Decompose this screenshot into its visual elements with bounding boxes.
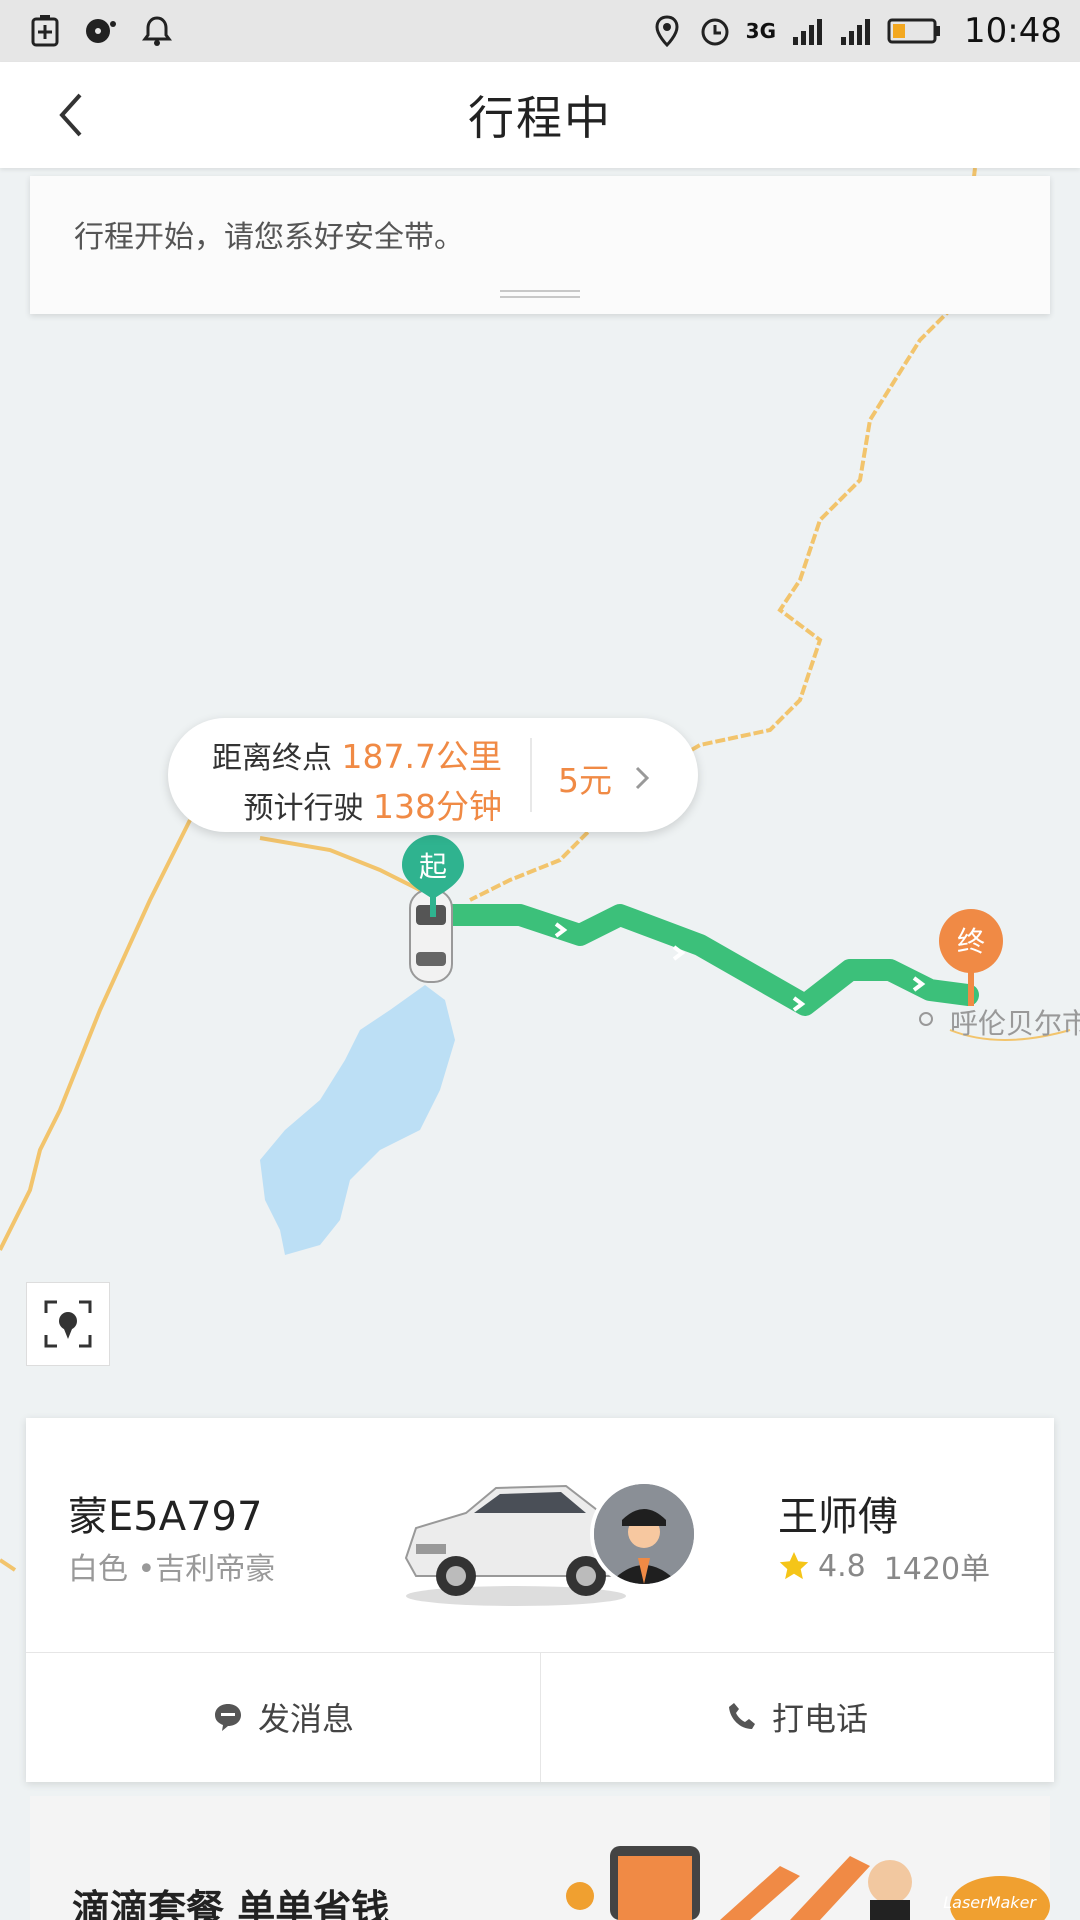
driver-avatar [590, 1480, 698, 1588]
promo-watermark: LaserMaker [943, 1893, 1036, 1912]
signal-icon [838, 14, 872, 48]
back-chevron-icon[interactable] [46, 90, 96, 140]
battery-icon [886, 14, 942, 48]
notification-bell-icon [140, 14, 174, 48]
notice-card[interactable]: 行程开始，请您系好安全带。 [30, 176, 1050, 314]
message-label: 发消息 [257, 1700, 354, 1738]
plate-number: 蒙E5A797 [68, 1494, 263, 1540]
bubble-divider [530, 738, 532, 812]
trip-info-bubble[interactable]: 距离终点 187.7公里 预计行驶 138分钟 5元 [168, 718, 698, 832]
drag-handle[interactable] [500, 290, 580, 298]
driver-stats: 4.8 1420单 [778, 1544, 990, 1588]
driver-orders: 1420单 [883, 1552, 991, 1587]
distance-value: 187.7公里 [341, 737, 502, 776]
locate-icon [44, 1300, 92, 1348]
star-icon [779, 1552, 809, 1580]
end-pin: 终 [938, 908, 1004, 1008]
time-row: 预计行驶 138分钟 [243, 780, 502, 828]
driver-avatar-icon [594, 1484, 694, 1584]
end-label: 终 [956, 925, 985, 958]
message-button[interactable]: 发消息 [26, 1652, 540, 1782]
clock: 10:48 [964, 11, 1062, 51]
distance-label: 距离终点 [211, 741, 332, 776]
driver-rating: 4.8 [818, 1548, 866, 1584]
distance-row: 距离终点 187.7公里 [212, 730, 502, 778]
top-bar: 行程中 [0, 62, 1080, 168]
time-value: 138分钟 [373, 787, 502, 826]
battery-saver-icon [28, 14, 62, 48]
call-label: 打电话 [771, 1700, 868, 1738]
price-value: 5元 [558, 761, 612, 800]
driver-card: 蒙E5A797 白色 •吉利帝豪 王师傅 4.8 1420单 发消息 打电话 [26, 1418, 1054, 1782]
promo-text: 滴滴套餐 单单省钱 [72, 1887, 390, 1920]
music-icon [84, 14, 118, 48]
locate-button[interactable] [26, 1282, 110, 1366]
promo-banner[interactable]: 滴滴套餐 单单省钱 LaserMaker [30, 1796, 1050, 1920]
status-bar: 3G 10:48 [0, 0, 1080, 62]
car-description: 白色 •吉利帝豪 [68, 1552, 276, 1587]
driver-name: 王师傅 [778, 1494, 898, 1540]
location-icon [650, 14, 684, 48]
page-title: 行程中 [468, 91, 612, 145]
network-type: 3G [745, 19, 777, 43]
message-icon [214, 1704, 241, 1731]
signal-3g-icon [790, 14, 824, 48]
alarm-icon [698, 14, 732, 48]
time-label: 预计行驶 [243, 791, 364, 826]
chevron-right-icon [635, 766, 650, 790]
city-label: 呼伦贝尔市 [950, 1007, 1080, 1040]
price-button[interactable]: 5元 [558, 754, 652, 802]
notice-text: 行程开始，请您系好安全带。 [74, 220, 464, 255]
call-button[interactable]: 打电话 [540, 1652, 1054, 1782]
start-label: 起 [418, 850, 447, 883]
start-pin: 起 [400, 833, 466, 917]
phone-icon [728, 1703, 755, 1729]
